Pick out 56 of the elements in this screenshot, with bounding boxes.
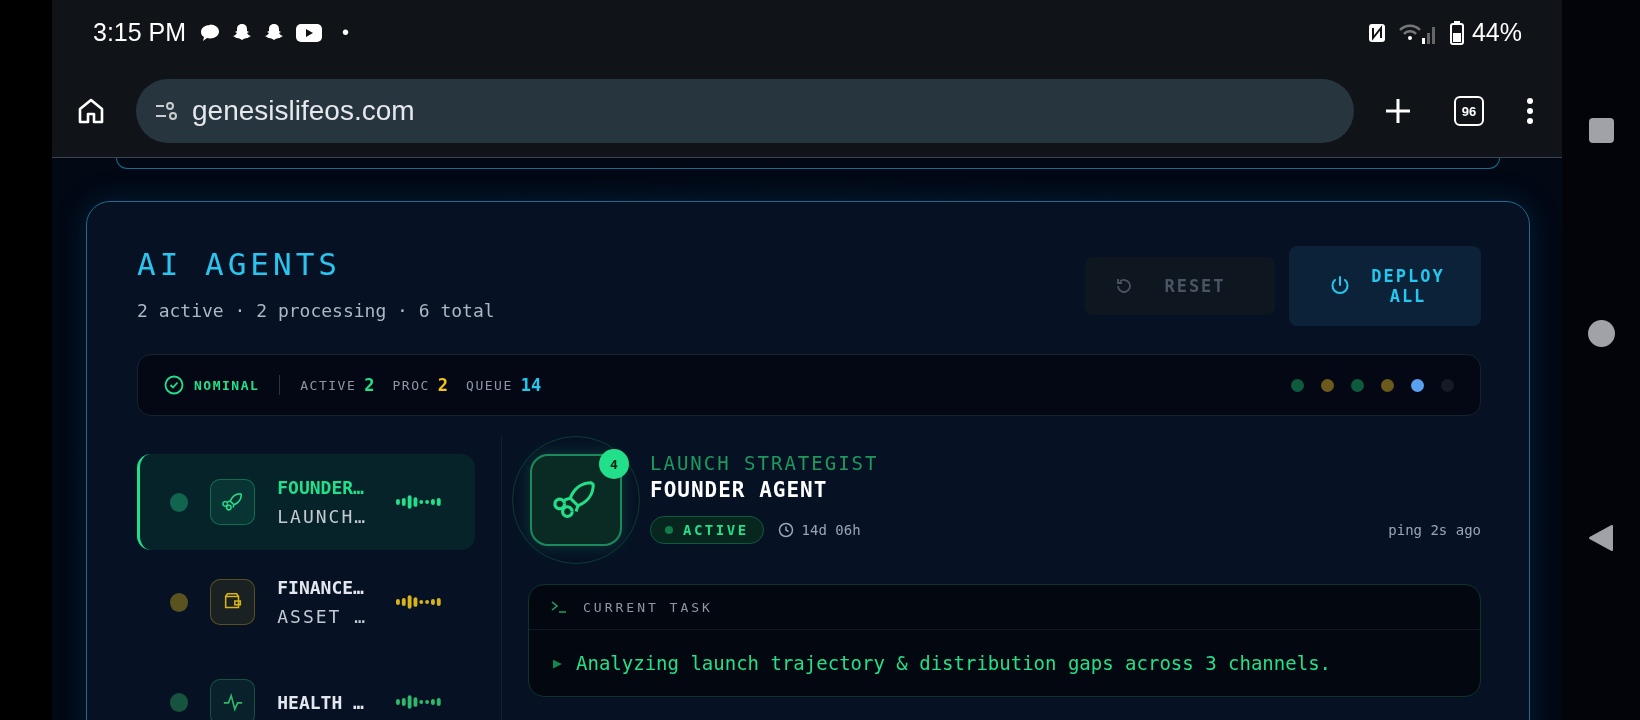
recents-button[interactable] [1588, 118, 1614, 144]
agent-status-dot [170, 592, 189, 612]
metric-value: 14 [520, 375, 542, 395]
ping-text: ping 2s ago [1388, 522, 1481, 538]
agent-name: FINANCE… [277, 577, 365, 598]
check-circle-icon [164, 375, 184, 395]
ghost-icon [232, 22, 253, 43]
agent-status-dot [170, 692, 189, 712]
metric-label: QUEUE [466, 377, 513, 393]
prompt-marker: ▶ [553, 654, 563, 672]
url-text: genesislifeos.com [192, 95, 415, 127]
agent-list-item[interactable]: HEALTH … [137, 654, 475, 720]
new-tab-icon[interactable] [1384, 97, 1412, 125]
deploy-all-button[interactable]: DEPLOY ALL [1289, 246, 1481, 326]
metric-value: 2 [364, 375, 375, 395]
agent-name: HEALTH … [277, 691, 365, 713]
metric-label: ACTIVE [300, 377, 357, 393]
battery-level: 44% [1471, 18, 1522, 47]
task-text: Analyzing launch trajectory & distribution gaps across 3 channels. [576, 652, 1331, 674]
home-icon[interactable] [76, 96, 106, 126]
task-label: CURRENT TASK [583, 599, 713, 615]
rocket-icon [221, 491, 244, 513]
agent-role: LAUNCH… [277, 506, 369, 527]
agent-name: FOUNDER… [277, 477, 365, 498]
uptime-text: 14d 06h [801, 522, 861, 538]
terminal-icon [551, 601, 567, 613]
tab-switcher-button[interactable]: 96 [1454, 96, 1484, 126]
agent-summary: 2 active · 2 processing · 6 total [137, 300, 496, 321]
agent-title: FOUNDER AGENT [650, 478, 829, 502]
site-settings-icon[interactable] [154, 101, 178, 121]
count-badge: 4 [599, 449, 629, 479]
panel-title: AI AGENTS [137, 246, 342, 282]
status-badge: ACTIVE [650, 516, 764, 544]
home-button[interactable] [1587, 320, 1615, 347]
clock-time: 3:15 PM [93, 18, 187, 47]
metric-value: 2 [437, 375, 449, 395]
reset-icon [1115, 277, 1133, 295]
metric-label: PROC [392, 377, 430, 393]
pulse-icon [221, 691, 244, 713]
ghost-icon [264, 22, 285, 43]
clock-icon [777, 522, 794, 538]
nfc-icon [1367, 22, 1386, 43]
power-icon [1329, 275, 1351, 297]
agent-list-item[interactable]: FOUNDER… LAUNCH… [137, 454, 475, 550]
back-button[interactable] [1588, 523, 1614, 552]
agent-role-title: LAUNCH STRATEGIST [650, 452, 880, 474]
battery-icon [1449, 20, 1464, 45]
agent-list-item[interactable]: FINANCE… ASSET … [137, 554, 475, 650]
system-state: NOMINAL [194, 377, 260, 393]
more-menu-icon[interactable] [1526, 97, 1534, 125]
agent-role: ASSET … [277, 606, 369, 627]
play-icon [296, 23, 323, 42]
agent-status-dot [170, 492, 189, 512]
address-bar[interactable]: genesislifeos.com [136, 79, 1354, 143]
chat-bubble-icon [200, 23, 221, 42]
notification-dot: • [342, 21, 350, 44]
